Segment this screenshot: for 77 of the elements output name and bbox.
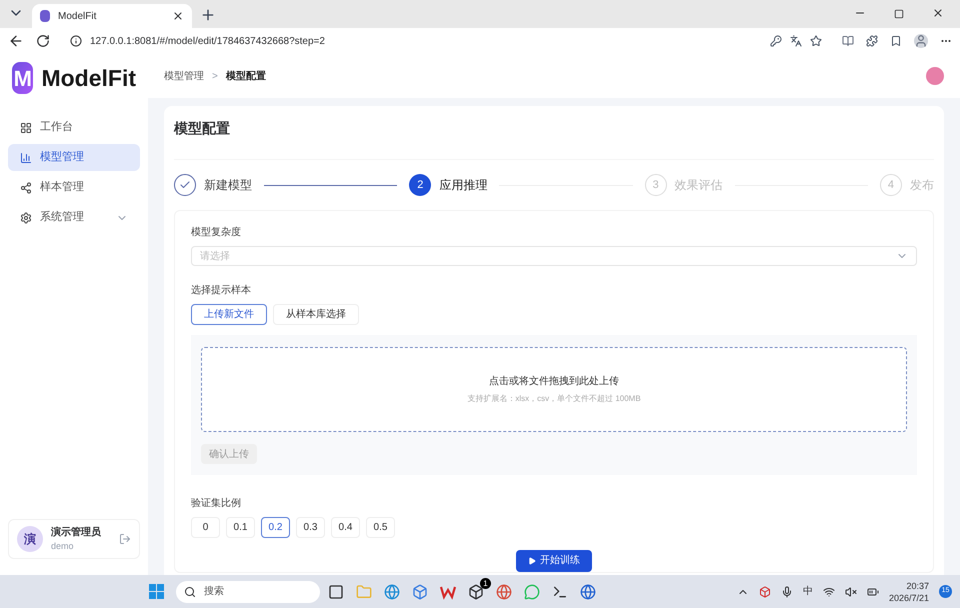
field-label: 模型复杂度 xyxy=(191,226,242,240)
extensions-icon[interactable] xyxy=(866,35,878,47)
tab-title: ModelFit xyxy=(58,10,98,24)
sidebar-item[interactable]: 系统管理 xyxy=(8,204,140,231)
clock-date: 2026/7/21 xyxy=(888,592,930,604)
search-icon xyxy=(184,586,196,598)
app-icon[interactable] xyxy=(412,584,428,600)
chart-icon xyxy=(20,152,32,164)
logo-mark: M xyxy=(12,62,34,94)
step-label: 新建模型 xyxy=(204,177,252,194)
field-label: 验证集比例 xyxy=(191,496,242,510)
source-tab[interactable]: 从样本库选择 xyxy=(273,304,359,325)
sidebar-item[interactable]: 样本管理 xyxy=(8,174,140,201)
field-label: 选择提示样本 xyxy=(191,284,252,298)
mic-icon[interactable] xyxy=(780,586,793,598)
site-favicon xyxy=(40,10,50,22)
ratio-option[interactable]: 0.3 xyxy=(296,516,325,538)
url-text: 127.0.0.1:8081/#/model/edit/1784637432668?step=2 xyxy=(90,34,326,48)
new-tab-icon[interactable] xyxy=(200,7,216,23)
tray-app-icon[interactable] xyxy=(758,586,771,598)
user-account: demo xyxy=(51,540,75,553)
breadcrumb-item: 模型配置 xyxy=(226,70,266,84)
step-label: 发布 xyxy=(910,177,934,194)
mute-icon[interactable] xyxy=(844,586,857,598)
page-title: 模型配置 xyxy=(174,106,934,160)
app-icon[interactable] xyxy=(580,584,596,600)
settings-icon xyxy=(20,212,32,224)
play-icon xyxy=(528,556,536,564)
user-avatar: 演 xyxy=(17,526,43,552)
step-number: 4 xyxy=(880,174,902,196)
cube-icon[interactable] xyxy=(468,584,484,600)
translate-icon[interactable] xyxy=(790,35,802,47)
browser-icon[interactable] xyxy=(384,584,400,600)
battery-icon[interactable] xyxy=(866,586,879,598)
info-icon[interactable] xyxy=(70,35,82,47)
ratio-option[interactable]: 0.1 xyxy=(226,516,255,538)
logout-icon[interactable] xyxy=(119,533,131,545)
key-icon[interactable] xyxy=(770,35,782,47)
ratio-option[interactable]: 0 xyxy=(191,516,220,538)
drop-zone-hint: 支持扩展名：xlsx，csv，单个文件不超过 100MB xyxy=(467,393,641,405)
reader-icon[interactable] xyxy=(842,35,854,47)
step-label: 效果评估 xyxy=(674,177,723,194)
sidebar-item[interactable]: 工作台 xyxy=(8,114,140,141)
breadcrumb-separator: > xyxy=(212,70,218,84)
close-icon[interactable] xyxy=(172,10,184,22)
ratio-option[interactable]: 0.2 xyxy=(261,516,290,538)
sidebar-item[interactable]: 模型管理 xyxy=(8,144,140,171)
start-training-button[interactable]: 开始训练 xyxy=(516,550,592,572)
browser-tab[interactable]: ModelFit xyxy=(32,4,192,28)
taskview-icon[interactable] xyxy=(328,584,344,600)
clock-time: 20:37 xyxy=(906,580,930,592)
back-icon[interactable] xyxy=(8,33,24,49)
source-tab[interactable]: 上传新文件 xyxy=(191,304,267,325)
step-number: 3 xyxy=(644,174,667,196)
ratio-option[interactable]: 0.4 xyxy=(331,516,360,538)
drop-zone[interactable]: 点击或将文件拖拽到此处上传 支持扩展名：xlsx，csv，单个文件不超过 100MB xyxy=(201,347,907,432)
taskbar-search-field[interactable]: 搜索 xyxy=(176,580,320,602)
grid-icon xyxy=(20,122,32,134)
user-name: 演示管理员 xyxy=(51,526,102,540)
ratio-option[interactable]: 0.5 xyxy=(366,516,395,538)
close-window-icon[interactable] xyxy=(932,7,944,19)
wifi-icon[interactable] xyxy=(822,586,835,598)
reload-icon[interactable] xyxy=(36,34,50,48)
ime-indicator[interactable]: 中 xyxy=(802,584,813,599)
nodes-icon xyxy=(20,182,32,194)
start-icon[interactable] xyxy=(148,584,164,599)
drop-zone-title: 点击或将文件拖拽到此处上传 xyxy=(489,374,619,389)
step-label: 应用推理 xyxy=(439,177,488,194)
favorites-icon[interactable] xyxy=(890,35,902,47)
terminal-icon[interactable] xyxy=(552,584,568,600)
app-badge: 1 xyxy=(480,578,491,588)
profile-icon[interactable] xyxy=(914,34,928,48)
step-number: 2 xyxy=(409,174,432,196)
restore-icon[interactable] xyxy=(894,9,904,19)
star-icon[interactable] xyxy=(810,35,822,47)
breadcrumb-item[interactable]: 模型管理 xyxy=(164,68,204,84)
app-name: ModelFit xyxy=(41,64,136,93)
